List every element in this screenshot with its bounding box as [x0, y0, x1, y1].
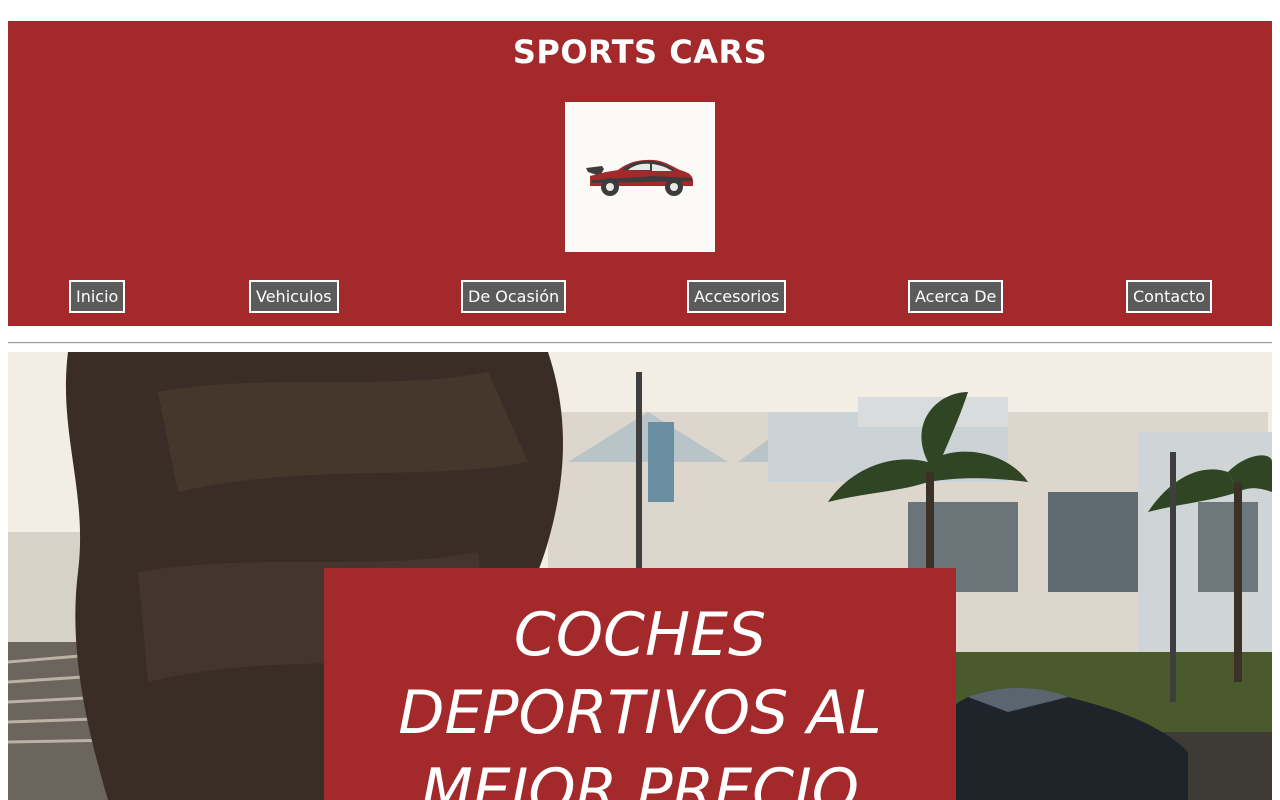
header-divider — [8, 342, 1272, 344]
hero-title: COCHES DEPORTIVOS AL MEJOR PRECIO — [398, 600, 882, 800]
sports-car-icon — [586, 159, 693, 196]
logo[interactable] — [565, 102, 715, 252]
hero-banner: COCHES DEPORTIVOS AL MEJOR PRECIO — [8, 352, 1272, 800]
hero-overlay: COCHES DEPORTIVOS AL MEJOR PRECIO — [324, 568, 956, 800]
site-title: SPORTS CARS — [512, 33, 768, 71]
nav-inicio[interactable]: Inicio — [69, 280, 126, 313]
nav-acerca-de[interactable]: Acerca De — [908, 280, 1004, 313]
nav-vehiculos[interactable]: Vehiculos — [249, 280, 339, 313]
nav-accesorios[interactable]: Accesorios — [687, 280, 787, 313]
site-header: SPORTS CARS Inicio Vehiculos De Ocasión … — [8, 21, 1272, 326]
nav-de-ocasion[interactable]: De Ocasión — [461, 280, 567, 313]
nav-contacto[interactable]: Contacto — [1126, 280, 1213, 313]
